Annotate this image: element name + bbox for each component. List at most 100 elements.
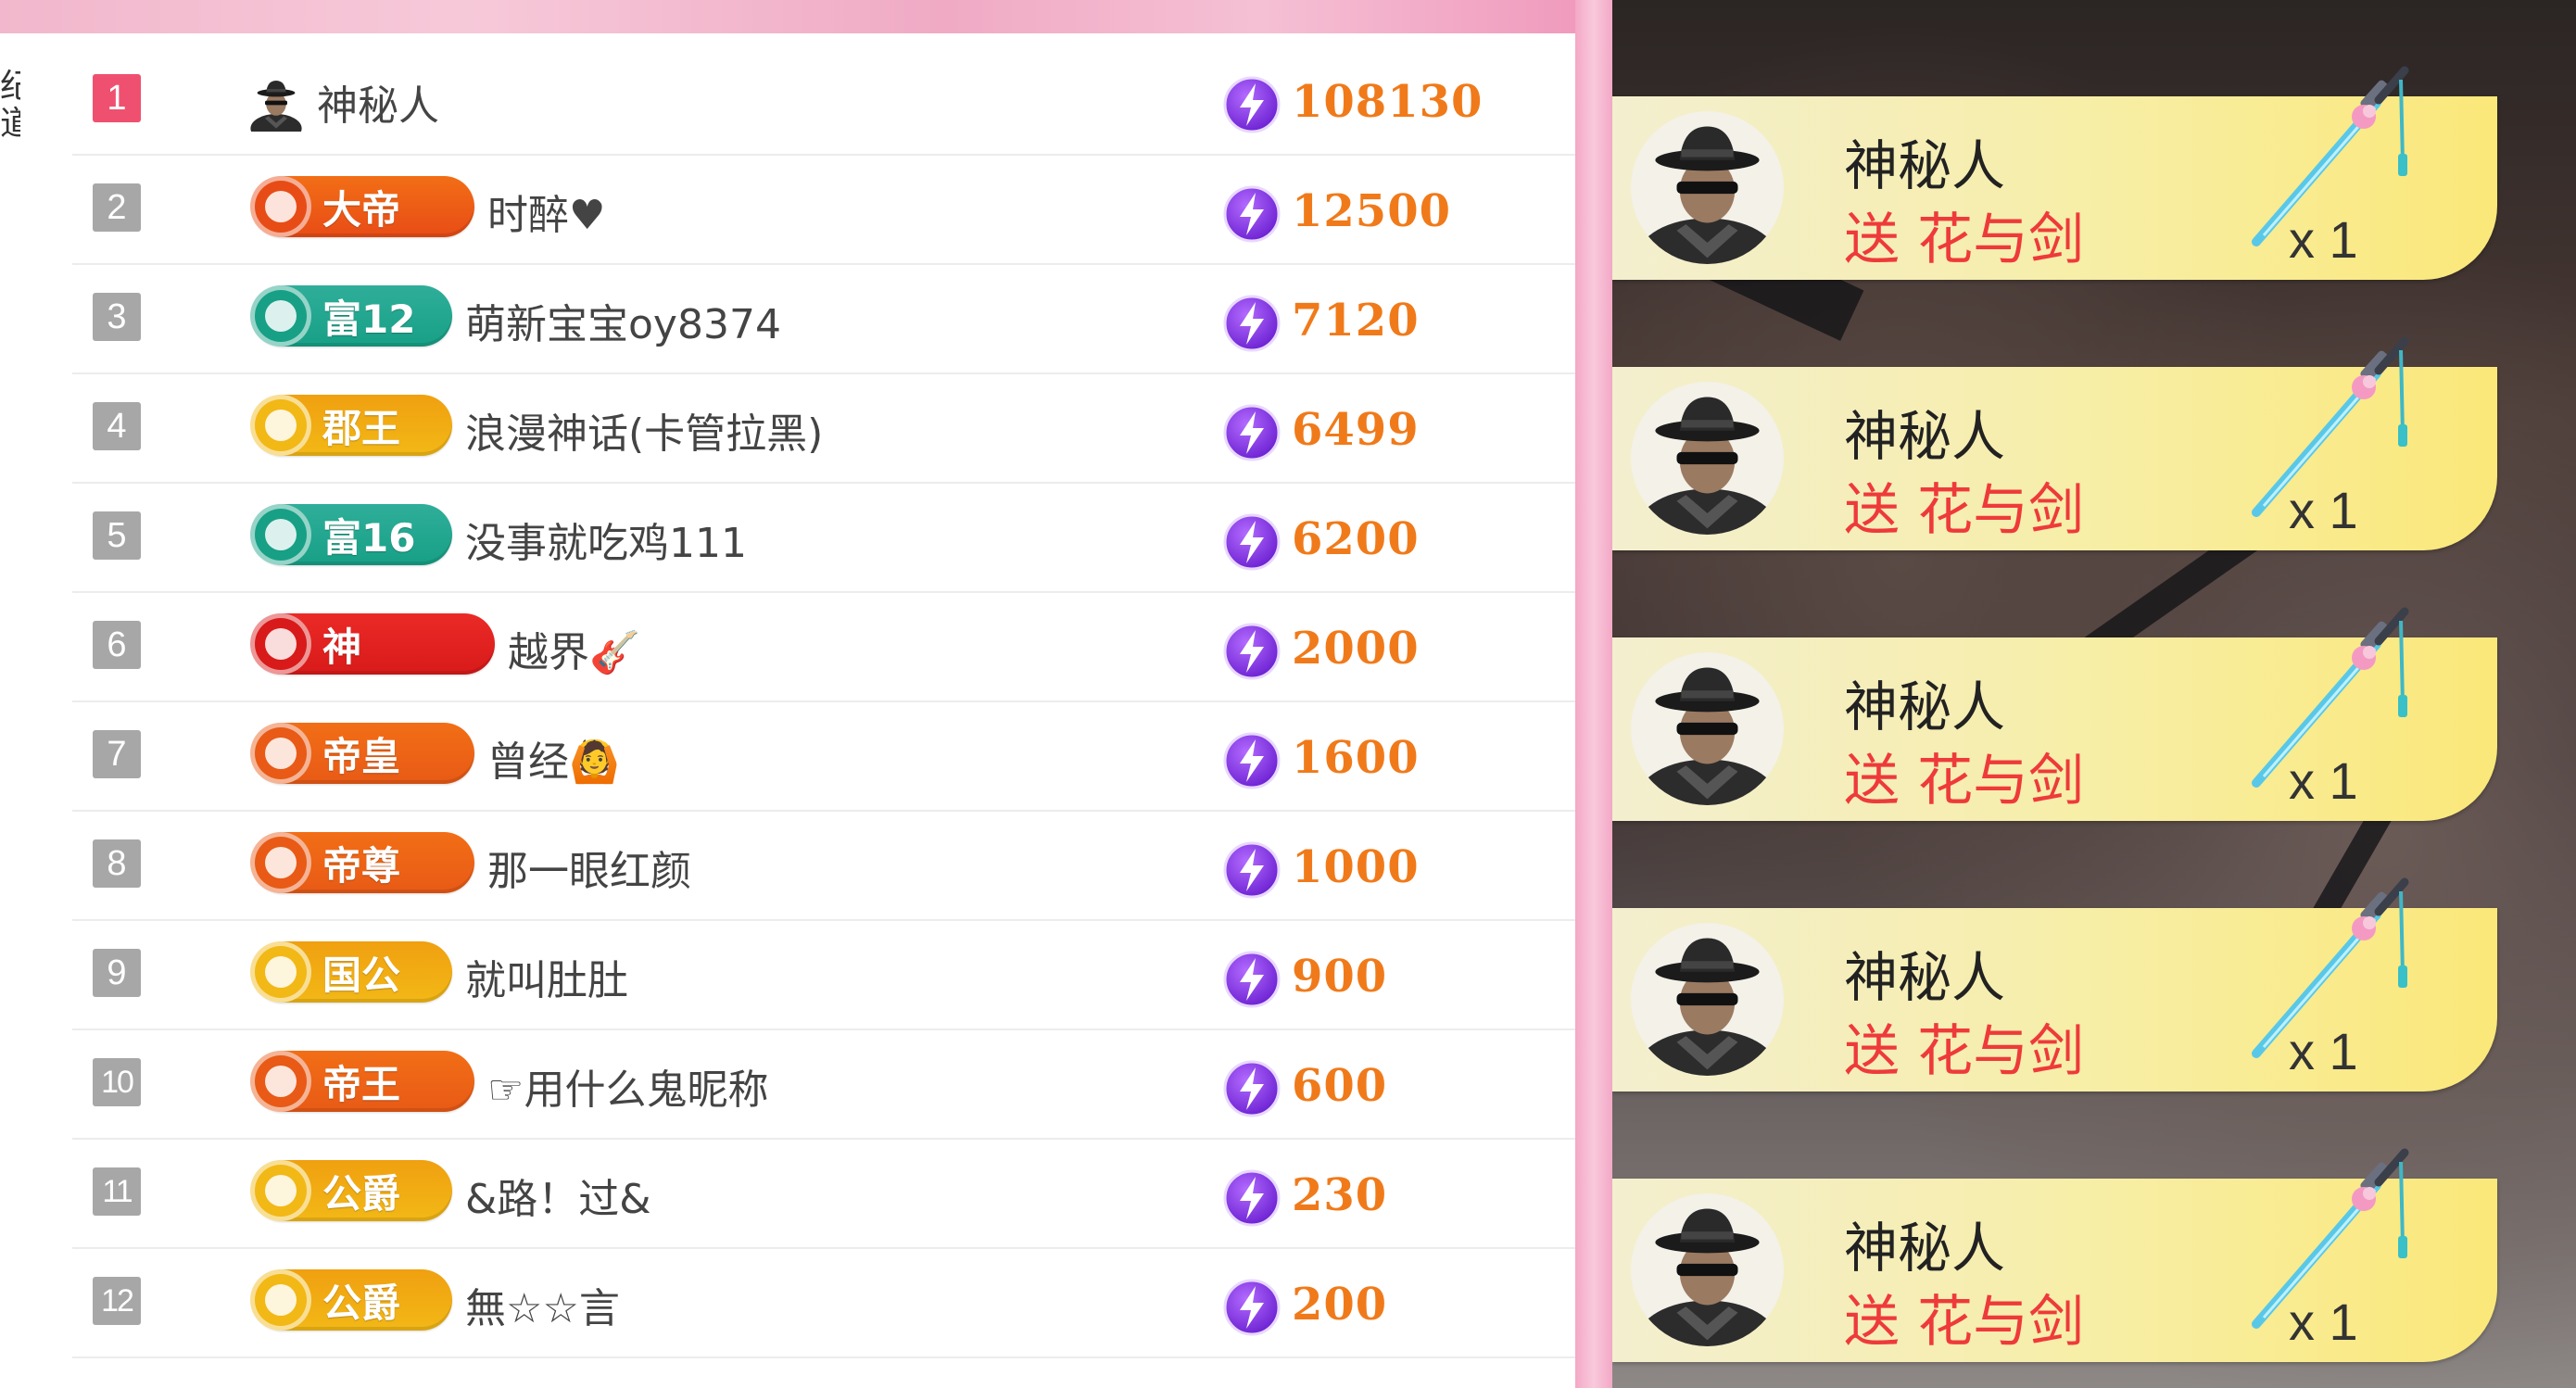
ranking-row[interactable]: 11 公爵 &路！过& 230 xyxy=(72,1140,1575,1249)
gift-notification: 神秘人送 花与剑 x 1 xyxy=(1612,877,2497,1091)
rank-number: 1 xyxy=(93,74,141,122)
lightning-coin-icon xyxy=(1221,1058,1282,1119)
contribution-score: 230 xyxy=(1292,1169,1388,1221)
contribution-score: 6200 xyxy=(1292,513,1420,565)
gift-count: x 1 xyxy=(2289,1022,2358,1080)
gift-notification: 神秘人送 花与剑 x 1 xyxy=(1612,336,2497,550)
mystery-man-icon xyxy=(1631,382,1784,535)
lightning-coin-icon xyxy=(1221,730,1282,791)
ranking-row[interactable]: 4 郡王 浪漫神话(卡管拉黑) 6499 xyxy=(72,374,1575,484)
user-nickname[interactable]: 没事就吃鸡111 xyxy=(465,510,747,569)
gift-action-text: 送 花与剑 xyxy=(1844,478,2085,543)
gift-notification: 神秘人送 花与剑 x 1 xyxy=(1612,607,2497,821)
level-emblem-icon xyxy=(250,176,311,237)
lightning-coin-icon xyxy=(1221,1277,1282,1338)
contribution-score: 7120 xyxy=(1292,295,1420,347)
lightning-coin-icon xyxy=(1221,402,1282,463)
gift-count: x 1 xyxy=(2289,1293,2358,1351)
lightning-coin-icon xyxy=(1221,621,1282,682)
level-emblem-icon xyxy=(250,1269,311,1331)
ranking-panel: 纪 道 1 神秘人 108130 2 大帝 时醉♥ 12500 3 富12 萌新宝宝oy83… xyxy=(0,0,1575,1388)
gift-sender-name: 神秘人 xyxy=(1844,1217,2006,1280)
level-badge: 帝尊 xyxy=(250,832,474,893)
panel-divider xyxy=(1575,0,1612,1388)
level-badge: 国公 xyxy=(250,941,452,1003)
user-nickname[interactable]: 浪漫神话(卡管拉黑) xyxy=(465,400,823,460)
level-emblem-icon xyxy=(250,613,311,675)
rank-number: 9 xyxy=(93,949,141,997)
ranking-row[interactable]: 5 富16 没事就吃鸡111 6200 xyxy=(72,484,1575,593)
user-nickname[interactable]: 时醉♥ xyxy=(487,182,605,241)
contribution-score: 200 xyxy=(1292,1279,1388,1331)
panel-top-bar xyxy=(0,0,1575,33)
gift-sender-name: 神秘人 xyxy=(1844,405,2006,468)
mystery-man-icon xyxy=(1631,1193,1784,1346)
user-nickname[interactable]: ☞用什么鬼昵称 xyxy=(487,1056,768,1116)
contribution-score: 108130 xyxy=(1292,76,1484,128)
badge-label: 郡王 xyxy=(322,405,401,451)
ranking-row[interactable]: 10 帝王 ☞用什么鬼昵称 600 xyxy=(72,1030,1575,1140)
mystery-man-icon xyxy=(1631,111,1784,264)
gift-feed: 神秘人送 花与剑 x 1 神秘人送 花与剑 x 1 神秘人 送 花与剑 x 1 … xyxy=(1612,0,2576,1388)
user-nickname[interactable]: 越界🎸 xyxy=(508,619,640,678)
ranking-list: 1 神秘人 108130 2 大帝 时醉♥ 12500 3 富12 萌新宝宝oy8374 xyxy=(72,46,1575,1358)
ranking-row[interactable]: 1 神秘人 108130 xyxy=(72,46,1575,156)
user-nickname[interactable]: 就叫肚肚 xyxy=(465,947,628,1006)
rank-number: 12 xyxy=(93,1277,141,1325)
level-badge: 富16 xyxy=(250,504,452,565)
rank-number: 6 xyxy=(93,621,141,669)
ranking-row[interactable]: 2 大帝 时醉♥ 12500 xyxy=(72,156,1575,265)
ranking-row[interactable]: 3 富12 萌新宝宝oy8374 7120 xyxy=(72,265,1575,374)
rank-number: 2 xyxy=(93,183,141,232)
level-badge: 富12 xyxy=(250,285,452,347)
user-nickname[interactable]: 神秘人 xyxy=(317,72,439,132)
badge-label: 公爵 xyxy=(322,1280,401,1326)
badge-label: 帝王 xyxy=(322,1061,401,1107)
ranking-row[interactable]: 6 神 越界🎸 2000 xyxy=(72,593,1575,702)
level-emblem-icon xyxy=(250,941,311,1003)
rank-number: 4 xyxy=(93,402,141,450)
badge-label: 大帝 xyxy=(322,186,401,233)
gift-notification: 神秘人送 花与剑 x 1 xyxy=(1612,1148,2497,1362)
badge-label: 富16 xyxy=(322,514,416,561)
gift-count: x 1 xyxy=(2289,751,2358,810)
level-badge: 公爵 xyxy=(250,1269,452,1331)
contribution-score: 12500 xyxy=(1292,185,1451,237)
contribution-score: 1000 xyxy=(1292,841,1420,893)
level-badge: 郡王 xyxy=(250,395,452,456)
gift-sender-name: 神秘人 xyxy=(1844,675,2006,738)
user-nickname[interactable]: 那一眼红颜 xyxy=(487,838,691,897)
level-emblem-icon xyxy=(250,723,311,784)
user-nickname[interactable]: 曾经🙆 xyxy=(487,728,620,788)
contribution-score: 6499 xyxy=(1292,404,1420,456)
level-emblem-icon xyxy=(250,285,311,347)
ranking-row[interactable]: 9 国公 就叫肚肚 900 xyxy=(72,921,1575,1030)
side-label: 纪 道 xyxy=(0,69,20,143)
ranking-row[interactable]: 8 帝尊 那一眼红颜 1000 xyxy=(72,812,1575,921)
gift-count: x 1 xyxy=(2289,481,2358,539)
mystery-man-icon xyxy=(248,74,304,144)
badge-label: 公爵 xyxy=(322,1170,401,1217)
gift-sender-name: 神秘人 xyxy=(1844,946,2006,1009)
lightning-coin-icon xyxy=(1221,949,1282,1010)
user-nickname[interactable]: 萌新宝宝oy8374 xyxy=(465,291,781,350)
lightning-coin-icon xyxy=(1221,839,1282,901)
ranking-row[interactable]: 12 公爵 無☆☆言 200 xyxy=(72,1249,1575,1358)
badge-label: 富12 xyxy=(322,296,416,342)
gift-action-text: 送 花与剑 xyxy=(1844,1019,2085,1084)
ranking-row[interactable]: 7 帝皇 曾经🙆 1600 xyxy=(72,702,1575,812)
lightning-coin-icon xyxy=(1221,293,1282,354)
badge-label: 帝皇 xyxy=(322,733,401,779)
gift-action-text: 送 花与剑 xyxy=(1844,749,2085,814)
user-nickname[interactable]: &路！过& xyxy=(465,1166,651,1225)
rank-number: 3 xyxy=(93,293,141,341)
badge-label: 国公 xyxy=(322,952,401,998)
gift-action-text: 送 花与剑 xyxy=(1844,208,2085,272)
rank-number: 5 xyxy=(93,511,141,560)
gift-count: x 1 xyxy=(2289,210,2358,269)
level-emblem-icon xyxy=(250,504,311,565)
badge-label: 帝尊 xyxy=(322,842,401,889)
level-emblem-icon xyxy=(250,1051,311,1112)
user-nickname[interactable]: 無☆☆言 xyxy=(465,1275,620,1334)
lightning-coin-icon xyxy=(1221,74,1282,135)
